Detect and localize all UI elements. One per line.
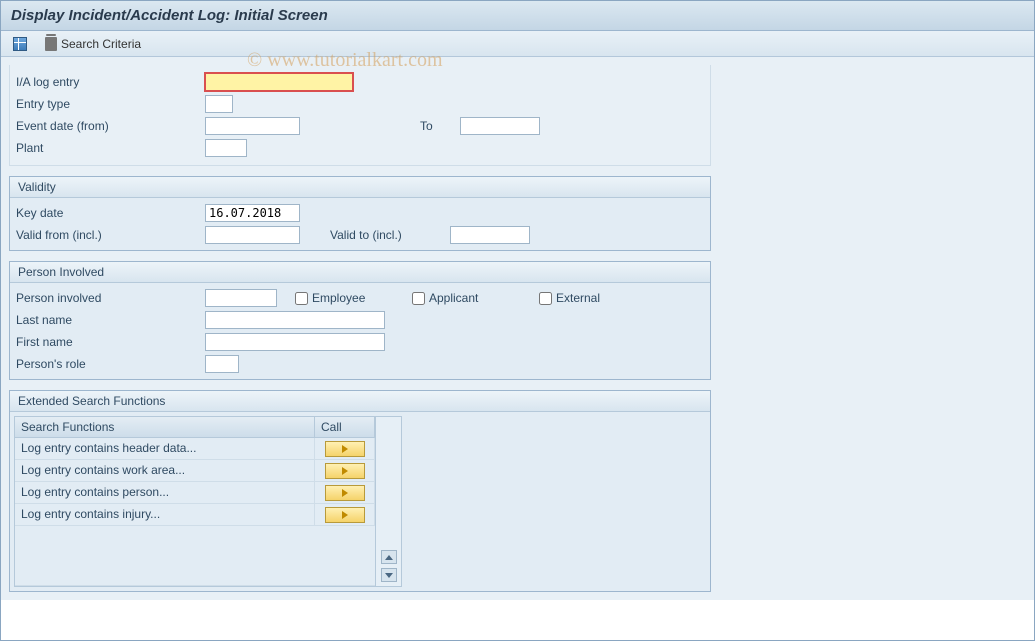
persons-role-input[interactable] [205,355,239,373]
layout-button[interactable] [9,35,31,53]
entry-type-input[interactable] [205,95,233,113]
validity-title: Validity [10,177,710,198]
table-row: Log entry contains work area... [15,460,375,482]
page-title: Display Incident/Accident Log: Initial S… [1,1,1034,31]
arrow-right-icon [342,445,348,453]
search-criteria-label: Search Criteria [61,37,141,51]
row-label: Log entry contains work area... [15,460,315,481]
person-involved-input[interactable] [205,289,277,307]
empty-rows [15,526,375,586]
plant-input[interactable] [205,139,247,157]
grid-icon [13,37,27,51]
table-row: Log entry contains header data... [15,438,375,460]
extended-group: Extended Search Functions Search Functio… [9,390,711,592]
scroll-up-button[interactable] [381,550,397,564]
key-date-input[interactable] [205,204,300,222]
top-fields: I/A log entry Entry type Event date (fro… [9,65,711,166]
row-label: Log entry contains person... [15,482,315,503]
call-button[interactable] [325,441,365,457]
col-search-functions[interactable]: Search Functions [15,417,315,437]
applicant-checkbox[interactable] [412,292,425,305]
employee-label: Employee [312,291,412,305]
table-row: Log entry contains injury... [15,504,375,526]
to-label: To [420,119,460,133]
external-label: External [556,291,600,305]
event-date-from-input[interactable] [205,117,300,135]
chevron-up-icon [385,555,393,560]
valid-to-input[interactable] [450,226,530,244]
row-label: Log entry contains injury... [15,504,315,525]
key-date-label: Key date [10,206,205,220]
call-button[interactable] [325,463,365,479]
chevron-down-icon [385,573,393,578]
arrow-right-icon [342,467,348,475]
external-checkbox[interactable] [539,292,552,305]
plant-label: Plant [10,141,205,155]
arrow-right-icon [342,489,348,497]
scrollbar[interactable] [375,417,401,586]
extended-table: Search Functions Call Log entry contains… [15,417,401,586]
first-name-label: First name [10,335,205,349]
person-involved-label: Person involved [10,291,205,305]
toolbar: Search Criteria [1,31,1034,57]
event-date-to-input[interactable] [460,117,540,135]
applicant-label: Applicant [429,291,539,305]
ia-log-entry-input[interactable] [205,73,353,91]
valid-from-input[interactable] [205,226,300,244]
arrow-right-icon [342,511,348,519]
row-label: Log entry contains header data... [15,438,315,459]
person-group: Person Involved Person involved Employee… [9,261,711,380]
entry-type-label: Entry type [10,97,205,111]
last-name-input[interactable] [205,311,385,329]
table-row: Log entry contains person... [15,482,375,504]
call-button[interactable] [325,485,365,501]
valid-to-label: Valid to (incl.) [330,228,450,242]
employee-checkbox[interactable] [295,292,308,305]
trash-icon [45,37,57,51]
person-title: Person Involved [10,262,710,283]
call-button[interactable] [325,507,365,523]
first-name-input[interactable] [205,333,385,351]
scroll-down-button[interactable] [381,568,397,582]
content-area: I/A log entry Entry type Event date (fro… [1,57,1034,600]
col-call[interactable]: Call [315,417,375,437]
last-name-label: Last name [10,313,205,327]
persons-role-label: Person's role [10,357,205,371]
search-criteria-button[interactable]: Search Criteria [41,35,145,53]
ia-log-entry-label: I/A log entry [10,75,205,89]
event-date-from-label: Event date (from) [10,119,205,133]
valid-from-label: Valid from (incl.) [10,228,205,242]
extended-title: Extended Search Functions [10,391,710,412]
validity-group: Validity Key date Valid from (incl.) Val… [9,176,711,251]
